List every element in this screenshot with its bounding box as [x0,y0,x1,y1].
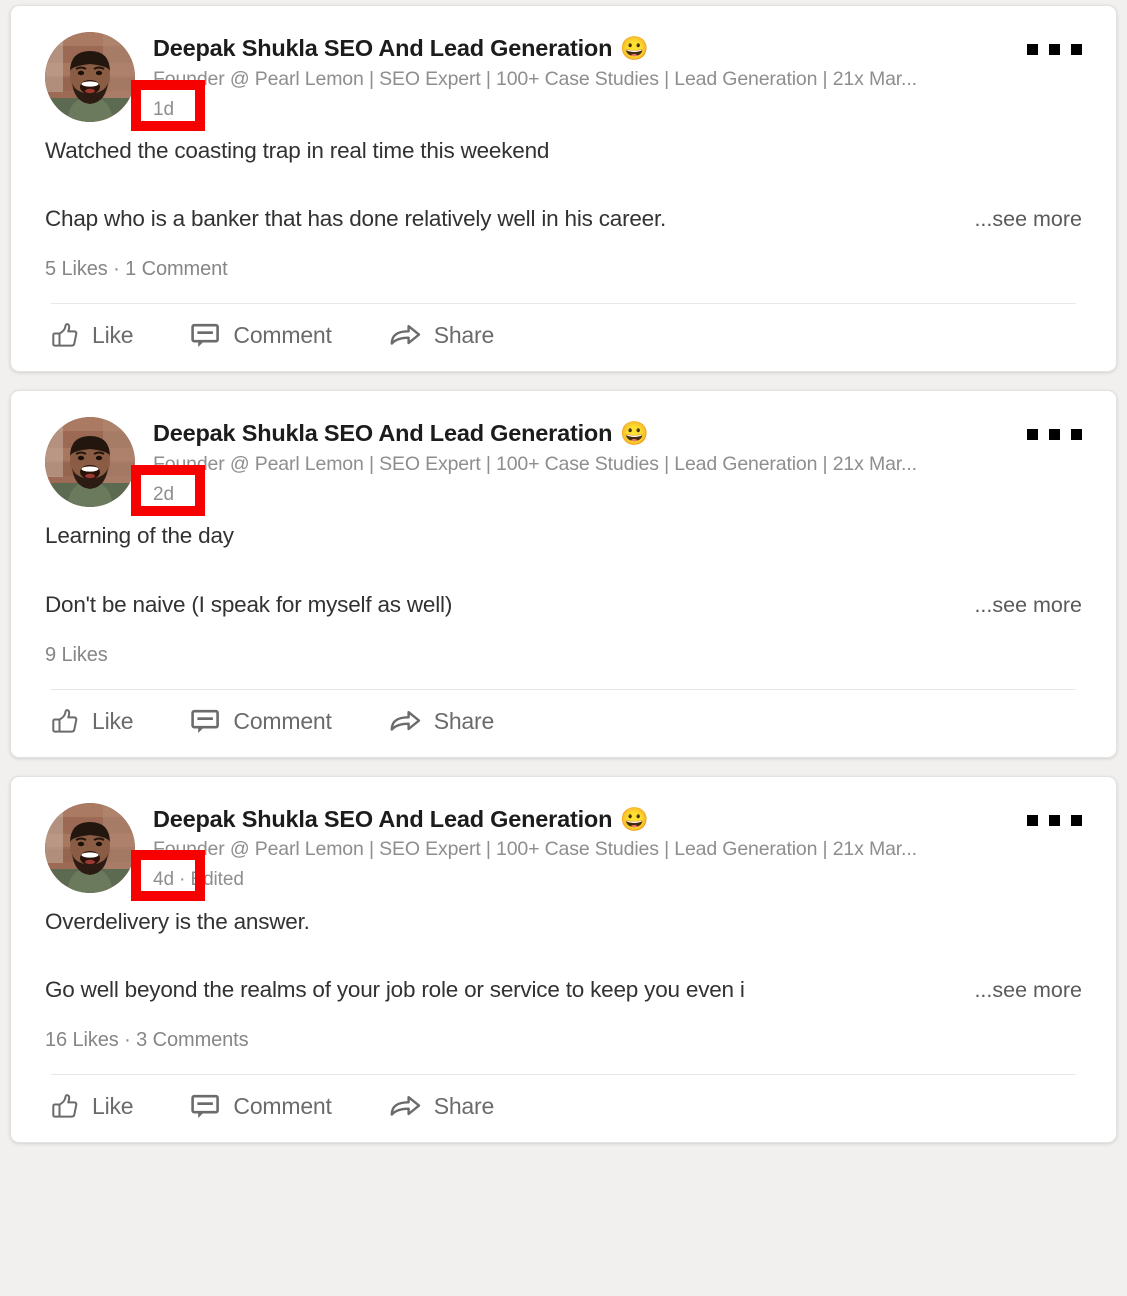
post-header: Deepak Shukla SEO And Lead Generation 😀 … [11,777,1116,902]
comment-label: Comment [233,707,332,734]
author-headline: Founder @ Pearl Lemon | SEO Expert | 100… [153,67,917,90]
post-actions-bar: Like Comment Share [11,304,1116,371]
post-author-info: Deepak Shukla SEO And Lead Generation 😀 … [131,32,1090,131]
menu-dot-icon [1071,814,1082,826]
share-label: Share [433,707,495,734]
comment-button[interactable]: Comment [191,1093,332,1120]
post-text-row: Chap who is a banker that has done relat… [45,206,1082,232]
post-engagement-stats[interactable]: 16 Likes · 3 Comments [11,1029,1116,1052]
post-body: Watched the coasting trap in real time t… [11,136,1116,232]
like-label: Like [92,322,134,349]
menu-dot-icon [1049,814,1060,826]
post-text-line-2: Don't be naive (I speak for myself as we… [45,591,453,617]
post-header: Deepak Shukla SEO And Lead Generation 😀 … [11,391,1116,517]
thumbs-up-icon [51,708,79,735]
post-card: Deepak Shukla SEO And Lead Generation 😀 … [10,390,1117,758]
share-button[interactable]: Share [390,1093,494,1120]
post-text-line-2: Chap who is a banker that has done relat… [45,206,667,232]
share-button[interactable]: Share [390,708,494,735]
share-label: Share [433,322,495,349]
menu-dot-icon [1027,814,1038,826]
author-line: Deepak Shukla SEO And Lead Generation 😀 [153,421,1090,446]
author-line: Deepak Shukla SEO And Lead Generation 😀 [153,807,1090,832]
post-text-line-2: Go well beyond the realms of your job ro… [45,977,745,1003]
post-options-menu-button[interactable] [1027,814,1082,826]
post-text-row: Go well beyond the realms of your job ro… [45,977,1082,1003]
post-text-line-1: Watched the coasting trap in real time t… [45,138,550,163]
author-name[interactable]: Deepak Shukla SEO And Lead Generation [153,36,612,61]
author-headline: Founder @ Pearl Lemon | SEO Expert | 100… [153,838,917,861]
avatar[interactable] [45,32,135,122]
post-header: Deepak Shukla SEO And Lead Generation 😀 … [11,6,1116,131]
comment-button[interactable]: Comment [191,322,332,349]
see-more-link[interactable]: ...see more [974,978,1082,1003]
comment-bubble-icon [191,708,220,735]
post-timestamp: 1d [153,98,174,120]
comment-label: Comment [233,1093,332,1120]
post-card: Deepak Shukla SEO And Lead Generation 😀 … [10,775,1117,1144]
like-button[interactable]: Like [51,707,134,735]
share-arrow-icon [390,708,421,735]
post-author-info: Deepak Shukla SEO And Lead Generation 😀 … [131,803,1090,902]
post-timestamp: 2d [153,484,174,506]
menu-dot-icon [1027,429,1038,441]
author-headline: Founder @ Pearl Lemon | SEO Expert | 100… [153,453,917,476]
menu-dot-icon [1049,429,1060,441]
like-label: Like [92,707,134,734]
comment-label: Comment [233,322,332,349]
grinning-face-icon: 😀 [620,805,649,832]
avatar[interactable] [45,417,135,508]
post-engagement-stats[interactable]: 5 Likes · 1 Comment [11,258,1116,281]
menu-dot-icon [1071,429,1082,441]
author-name[interactable]: Deepak Shukla SEO And Lead Generation [153,421,612,446]
menu-dot-icon [1071,44,1082,55]
post-text-line-1: Learning of the day [45,523,234,549]
post-author-info: Deepak Shukla SEO And Lead Generation 😀 … [131,417,1090,517]
share-label: Share [433,1093,495,1120]
post-card: Deepak Shukla SEO And Lead Generation 😀 … [10,5,1117,373]
post-actions-bar: Like Comment Share [11,690,1116,757]
avatar[interactable] [45,802,135,893]
like-button[interactable]: Like [51,1093,134,1120]
grinning-face-icon: 😀 [620,420,649,447]
post-body: Learning of the day Don't be naive (I sp… [11,521,1116,617]
author-name[interactable]: Deepak Shukla SEO And Lead Generation [153,807,612,832]
like-button[interactable]: Like [51,322,134,349]
see-more-link[interactable]: ...see more [974,593,1082,618]
thumbs-up-icon [51,1093,79,1120]
comment-bubble-icon [191,322,220,349]
comment-button[interactable]: Comment [191,707,332,735]
menu-dot-icon [1049,44,1060,55]
menu-dot-icon [1027,44,1038,55]
post-text-line-1: Overdelivery is the answer. [45,908,310,934]
grinning-face-icon: 😀 [620,34,649,61]
thumbs-up-icon [51,322,79,349]
post-options-menu-button[interactable] [1027,44,1082,55]
post-feed: Deepak Shukla SEO And Lead Generation 😀 … [0,0,1127,1153]
see-more-link[interactable]: ...see more [974,207,1082,232]
author-line: Deepak Shukla SEO And Lead Generation 😀 [153,36,1090,61]
post-text-row: Don't be naive (I speak for myself as we… [45,592,1082,618]
post-options-menu-button[interactable] [1027,429,1082,441]
post-actions-bar: Like Comment Share [11,1075,1116,1142]
post-body: Overdelivery is the answer. Go well beyo… [11,907,1116,1003]
share-arrow-icon [390,322,421,349]
like-label: Like [92,1093,134,1120]
comment-bubble-icon [191,1093,220,1120]
post-timestamp: 4d · Edited [153,869,244,891]
share-button[interactable]: Share [390,322,494,349]
share-arrow-icon [390,1093,421,1120]
post-engagement-stats[interactable]: 9 Likes [11,644,1116,667]
